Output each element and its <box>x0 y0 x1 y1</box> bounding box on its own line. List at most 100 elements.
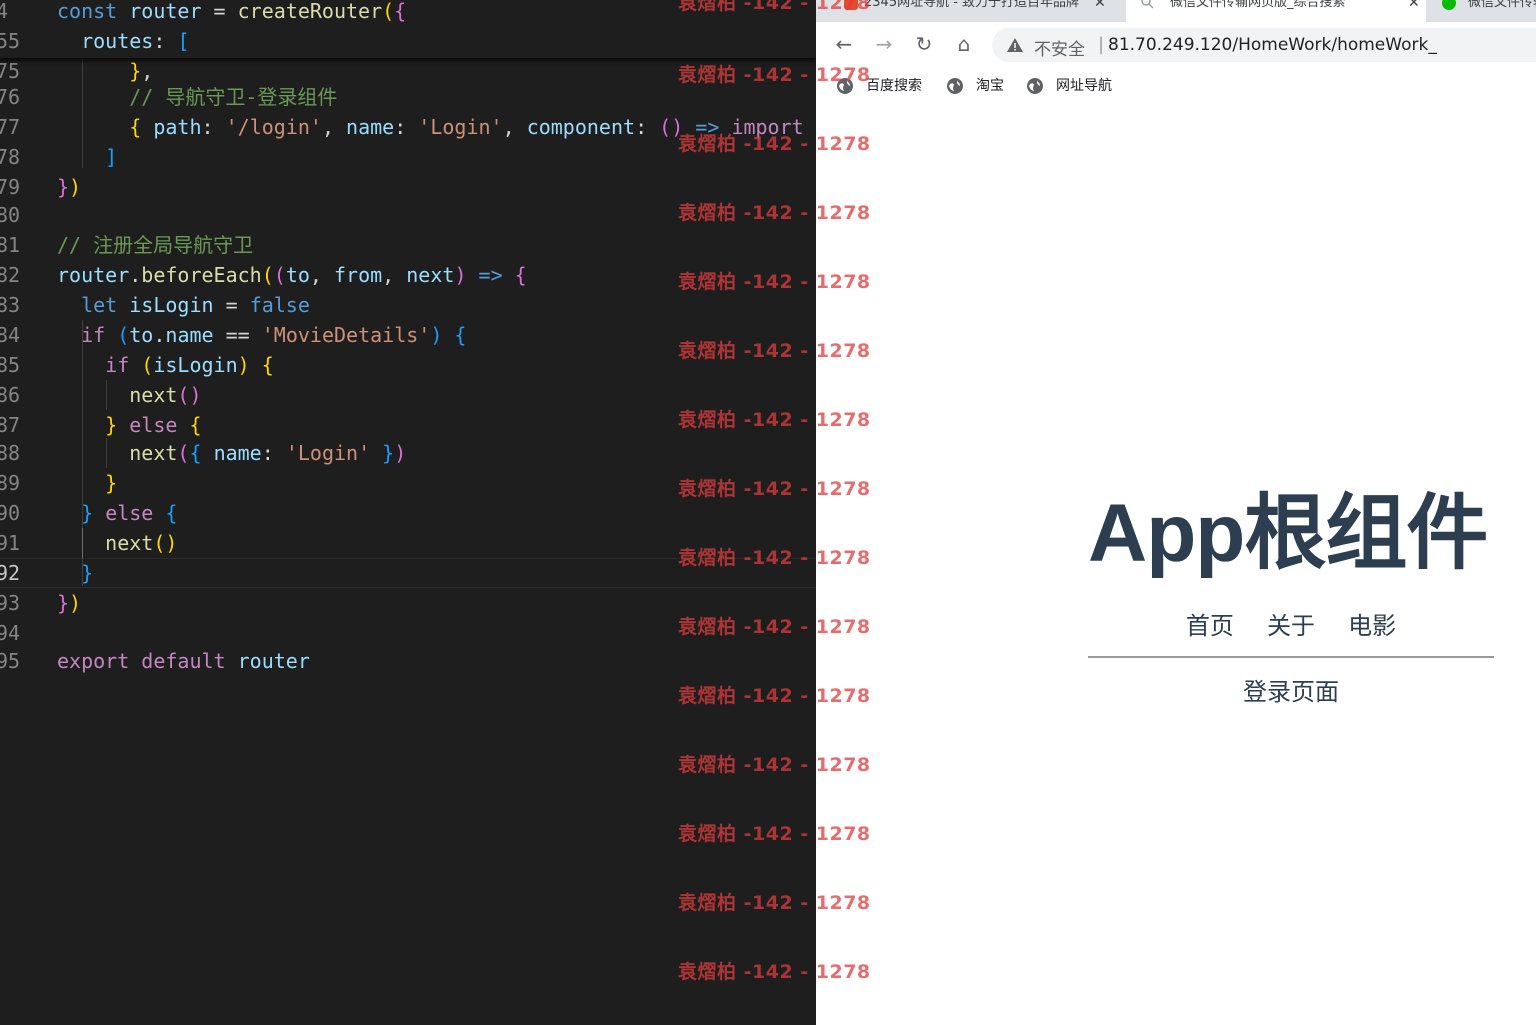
url-text[interactable]: 81.70.249.120/HomeWork/homeWork_ <box>1108 35 1437 55</box>
browser-toolbar: ← → ↻ ⌂ 不安全 | 81.70.249.120/HomeWork/hom… <box>816 22 1536 66</box>
tab-strip: 2345网址导航 - 致力于打造百年品牌 ✕ 微信文件传输网页版_综合搜索 ✕ … <box>816 0 1536 22</box>
code-text: router.beforeEach((to, from, next) => { <box>57 263 527 287</box>
address-bar[interactable]: 不安全 | 81.70.249.120/HomeWork/homeWork_ <box>992 28 1536 62</box>
code-text: if (to.name == 'MovieDetails') { <box>81 323 467 347</box>
code-line[interactable]: 88 next({ name: 'Login' }) <box>0 438 816 468</box>
back-icon[interactable]: ← <box>832 32 856 56</box>
tab-wechat-file[interactable]: 微信文件传输 <box>1432 0 1536 22</box>
code-line[interactable]: 4 const router = createRouter({ <box>0 0 816 26</box>
line-number: 88 <box>0 441 21 465</box>
code-line[interactable]: 79}) <box>0 172 816 202</box>
tab-title: 微信文件传输 <box>1468 0 1536 10</box>
nav-link-about[interactable]: 关于 <box>1267 606 1315 646</box>
code-line[interactable]: 83 let isLogin = false <box>0 290 816 320</box>
line-number: 91 <box>0 531 21 555</box>
code-line[interactable]: 84 if (to.name == 'MovieDetails') { <box>0 320 816 350</box>
code-text: next({ name: 'Login' }) <box>129 441 407 465</box>
code-text: } else { <box>81 501 178 525</box>
code-text: // 导航守卫-登录组件 <box>129 85 338 109</box>
line-number: 83 <box>0 293 21 317</box>
code-text: export default router <box>57 649 310 673</box>
code-line[interactable]: 82 router.beforeEach((to, from, next) => … <box>0 260 816 290</box>
wechat-icon <box>1442 0 1456 10</box>
code-text: } else { <box>105 413 202 437</box>
code-line[interactable]: 89 } <box>0 468 816 498</box>
code-text: // 注册全局导航守卫 <box>57 233 254 257</box>
code-line[interactable]: 87 } else { <box>0 410 816 440</box>
code-text: if (isLogin) { <box>105 353 274 377</box>
line-number: 79 <box>0 175 21 199</box>
globe-icon <box>837 78 853 94</box>
line-number: 84 <box>0 323 21 347</box>
tab-title: 2345网址导航 - 致力于打造百年品牌 <box>864 0 1080 10</box>
code-line[interactable]: 80 <box>0 200 816 230</box>
code-text: } <box>105 471 118 495</box>
reload-icon[interactable]: ↻ <box>912 32 936 56</box>
nav-link-movies[interactable]: 电影 <box>1348 606 1396 646</box>
router-view-text: 登录页面 <box>1243 678 1339 706</box>
line-number: 92 <box>0 561 21 585</box>
line-number: 94 <box>0 621 21 645</box>
warning-icon[interactable] <box>1006 36 1024 54</box>
bookmark-label: 网址导航 <box>1056 78 1112 94</box>
line-number: 81 <box>0 233 21 257</box>
code-line[interactable]: 85 if (isLogin) { <box>0 350 816 380</box>
code-line[interactable]: 90 } else { <box>0 498 816 528</box>
code-text: next() <box>129 383 202 407</box>
line-number: 80 <box>0 203 21 227</box>
line-number: 85 <box>0 353 21 377</box>
tab-wechat-search[interactable]: 微信文件传输网页版_综合搜索 ✕ <box>1126 0 1426 22</box>
tab-favicon-icon <box>844 0 858 10</box>
line-number: 90 <box>0 501 21 525</box>
bookmark-label: 百度搜索 <box>866 78 922 94</box>
tab-title: 微信文件传输网页版_综合搜索 <box>1170 0 1346 10</box>
forward-icon[interactable]: → <box>872 32 896 56</box>
code-text: }) <box>57 591 82 615</box>
code-line[interactable]: 78 ] <box>0 142 816 172</box>
line-number: 55 <box>0 29 21 53</box>
browser-window: 2345网址导航 - 致力于打造百年品牌 ✕ 微信文件传输网页版_综合搜索 ✕ … <box>816 0 1536 1025</box>
globe-icon <box>947 78 963 94</box>
bookmark-label: 淘宝 <box>976 78 1004 94</box>
code-line[interactable]: 86 next() <box>0 380 816 410</box>
globe-icon <box>1027 78 1043 94</box>
line-number: 86 <box>0 383 21 407</box>
line-number: 78 <box>0 145 21 169</box>
code-line[interactable]: 81 // 注册全局导航守卫 <box>0 230 816 260</box>
line-number: 4 <box>0 0 9 23</box>
line-number: 82 <box>0 263 21 287</box>
security-label[interactable]: 不安全 <box>1034 35 1085 60</box>
tab-2345[interactable]: 2345网址导航 - 致力于打造百年品牌 ✕ <box>838 0 1120 22</box>
code-line[interactable]: 92 } <box>0 558 816 588</box>
code-text: let isLogin = false <box>81 293 310 317</box>
code-line[interactable]: 94 <box>0 618 816 648</box>
web-page: App根组件 首页 关于 电影 登录页面 <box>816 106 1536 1025</box>
line-number: 93 <box>0 591 21 615</box>
line-number: 95 <box>0 649 21 673</box>
search-icon <box>1141 0 1154 9</box>
code-line[interactable]: 77 { path: '/login', name: 'Login', comp… <box>0 112 816 142</box>
indent-guide <box>106 438 107 468</box>
divider <box>1088 656 1494 658</box>
line-number: 89 <box>0 471 21 495</box>
code-text: next() <box>105 531 178 555</box>
code-editor[interactable]: 4 const router = createRouter({55 routes:… <box>0 0 816 1025</box>
separator: | <box>1098 34 1105 55</box>
indent-guide <box>82 528 83 558</box>
code-line[interactable]: 91 next() <box>0 528 816 558</box>
bookmarks-bar: 百度搜索 淘宝 网址导航 <box>816 66 1536 106</box>
close-icon[interactable]: ✕ <box>1094 0 1106 10</box>
code-text: ] <box>105 145 118 169</box>
nav-link-home[interactable]: 首页 <box>1186 606 1234 646</box>
code-text: } <box>81 561 94 585</box>
indent-guide <box>82 58 83 168</box>
code-line[interactable]: 76 // 导航守卫-登录组件 <box>0 82 816 112</box>
home-icon[interactable]: ⌂ <box>952 32 976 56</box>
code-text: { path: '/login', name: 'Login', compone… <box>129 115 816 139</box>
indent-guide <box>106 380 107 410</box>
page-title: App根组件 <box>1088 488 1488 579</box>
close-icon[interactable]: ✕ <box>1408 0 1420 10</box>
code-line[interactable]: 95 export default router <box>0 646 816 676</box>
code-line[interactable]: 55 routes: [ <box>0 26 816 56</box>
code-line[interactable]: 93}) <box>0 588 816 618</box>
